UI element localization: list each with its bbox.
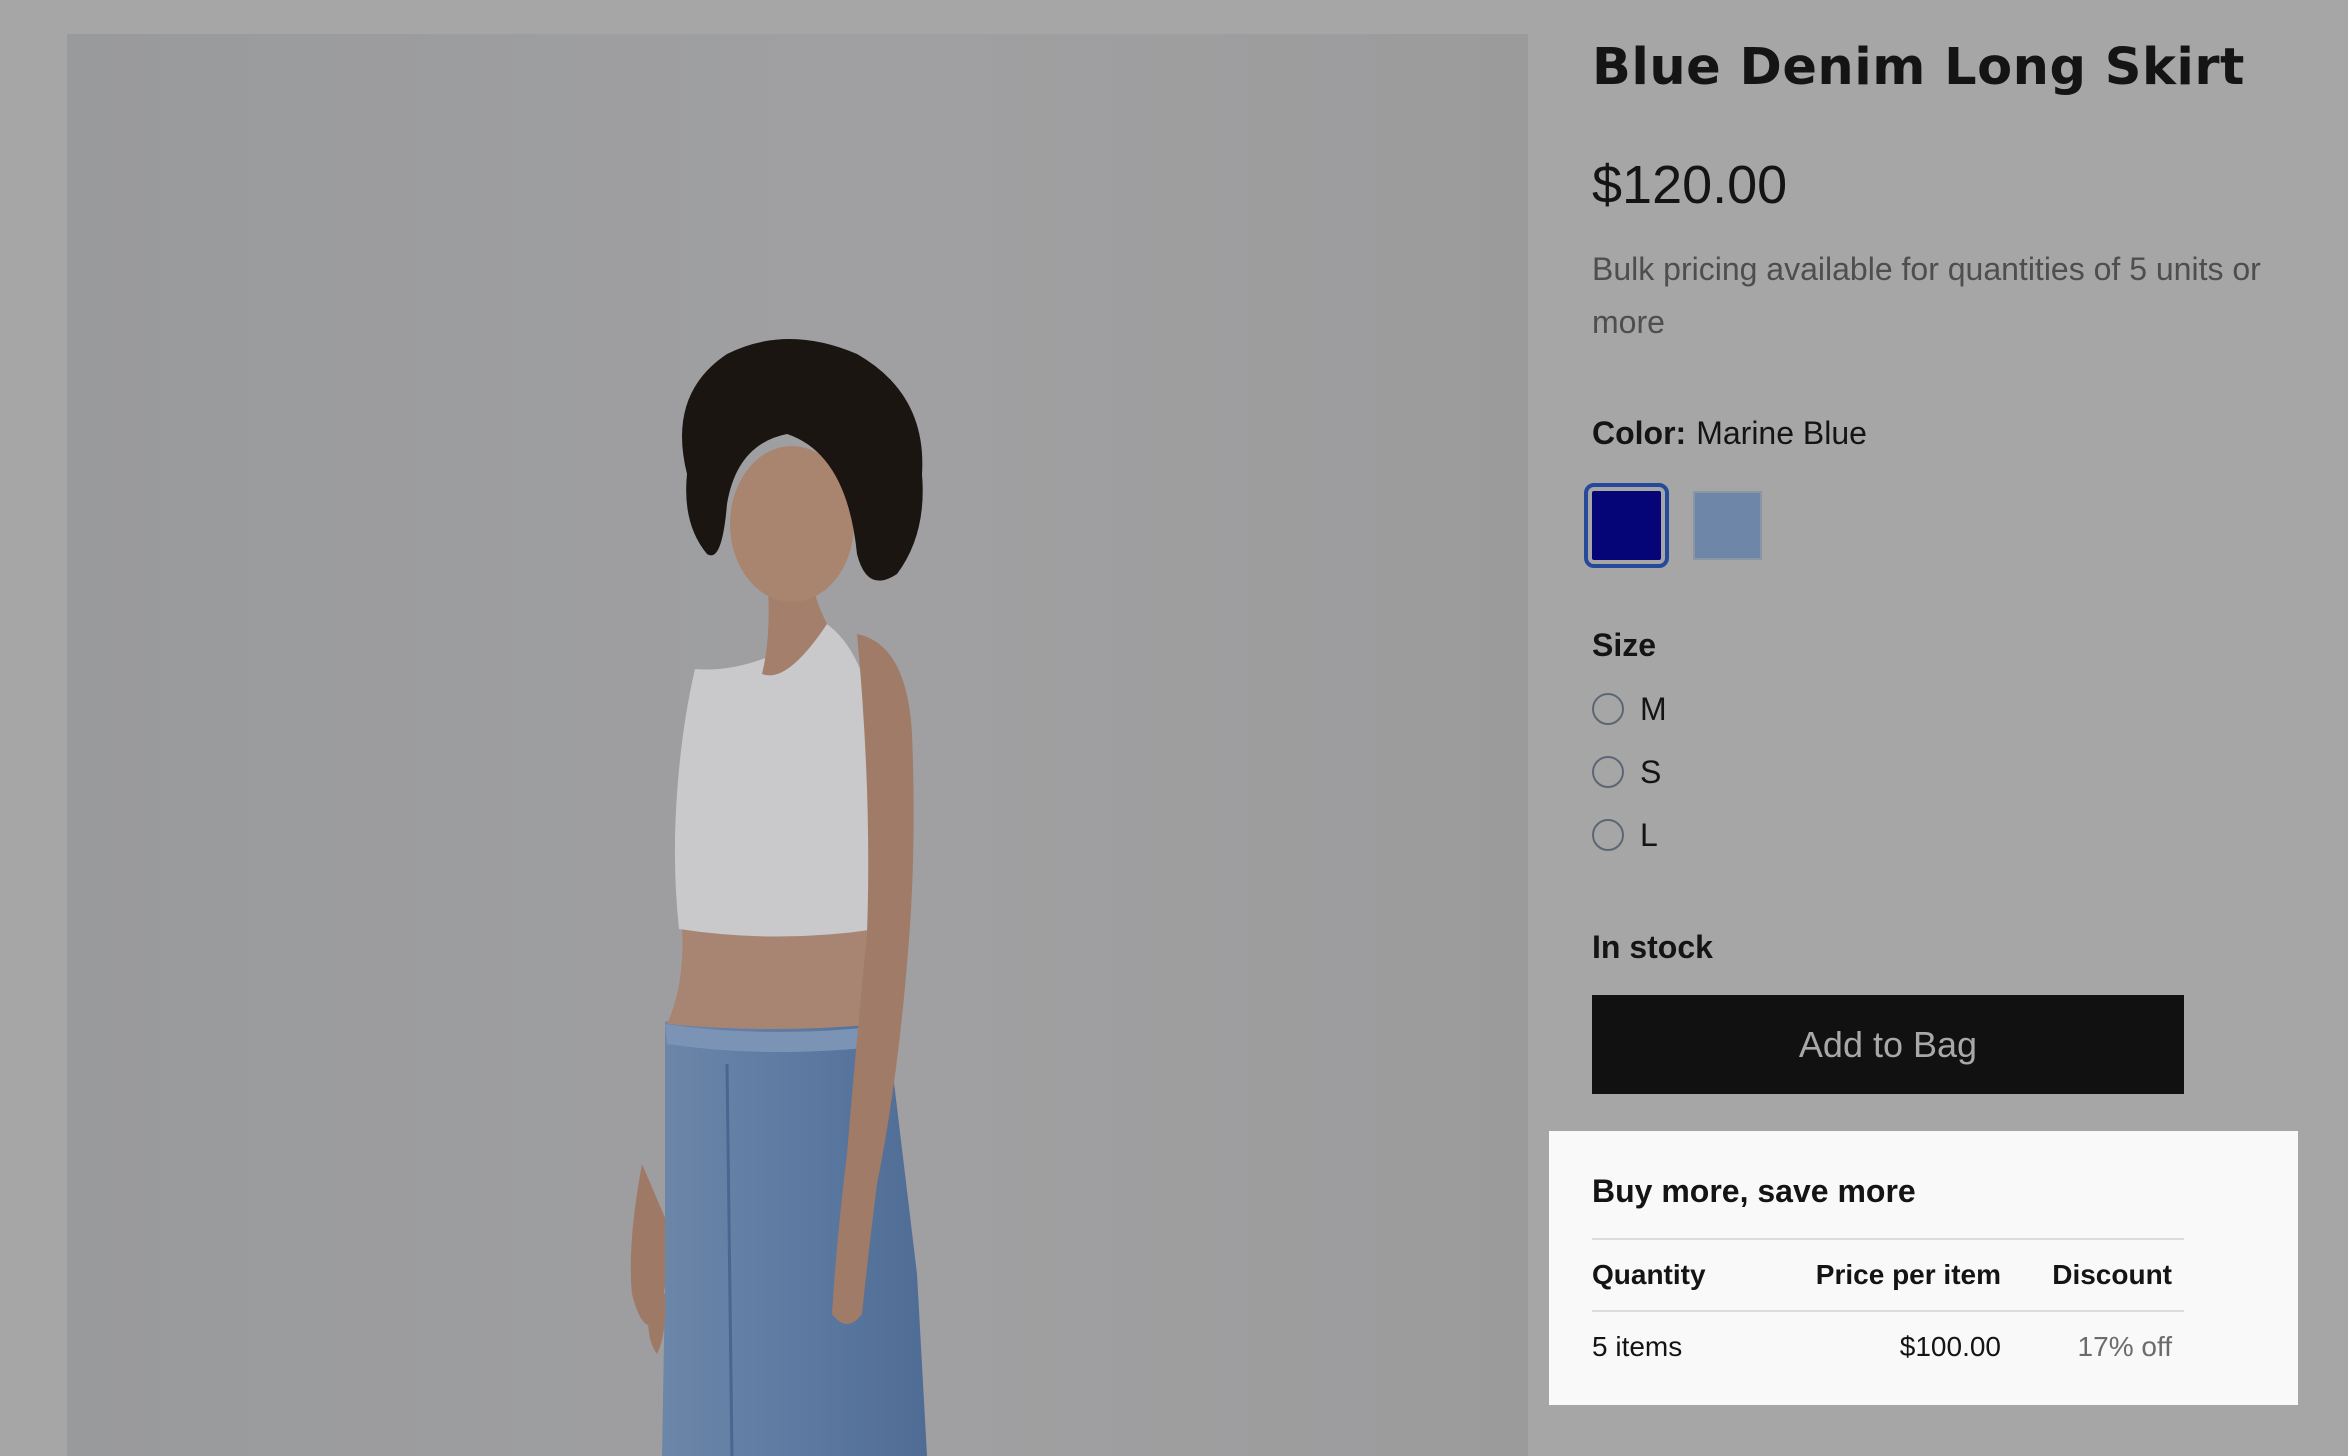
quantity-cell: 5 items	[1592, 1331, 1683, 1362]
column-header-price: Price per item	[1815, 1259, 2001, 1290]
add-to-bag-button[interactable]: Add to Bag	[1592, 995, 2184, 1094]
color-selection: Color: Marine Blue	[1592, 415, 1867, 452]
radio-button[interactable]	[1592, 693, 1624, 725]
product-title: Blue Denim Long Skirt	[1592, 38, 2245, 97]
column-header-discount: Discount	[2052, 1259, 2172, 1290]
table-header-row: Quantity Price per item Discount	[1592, 1240, 2184, 1312]
size-option-l[interactable]: L	[1592, 815, 1658, 855]
size-option-label: M	[1640, 690, 1667, 727]
bulk-pricing-note: Bulk pricing available for quantities of…	[1592, 251, 2261, 340]
size-option-m[interactable]: M	[1592, 689, 1667, 729]
stock-status: In stock	[1592, 929, 1713, 965]
column-header-quantity: Quantity	[1592, 1259, 1706, 1290]
color-swatch-marine-blue[interactable]	[1584, 483, 1669, 568]
radio-button[interactable]	[1592, 819, 1624, 851]
color-swatch-light-blue[interactable]	[1693, 491, 1762, 560]
price-cell: $100.00	[1899, 1331, 2001, 1362]
bulk-pricing-panel: Buy more, save more Quantity Price per i…	[1549, 1131, 2298, 1405]
discount-cell: 17% off	[2077, 1331, 2172, 1362]
size-label: Size	[1592, 627, 1657, 663]
size-option-s[interactable]: S	[1592, 752, 1661, 792]
selected-color-value: Marine Blue	[1696, 415, 1867, 451]
product-image	[67, 34, 1528, 1456]
bulk-pricing-title: Buy more, save more	[1592, 1173, 1916, 1209]
size-option-label: L	[1640, 816, 1658, 853]
product-price: $120.00	[1592, 155, 1788, 215]
radio-button[interactable]	[1592, 756, 1624, 788]
table-row: 5 items $100.00 17% off	[1592, 1312, 2184, 1382]
size-option-label: S	[1640, 753, 1662, 790]
bulk-pricing-table: Quantity Price per item Discount 5 items…	[1592, 1238, 2184, 1382]
color-label: Color:	[1592, 415, 1687, 451]
